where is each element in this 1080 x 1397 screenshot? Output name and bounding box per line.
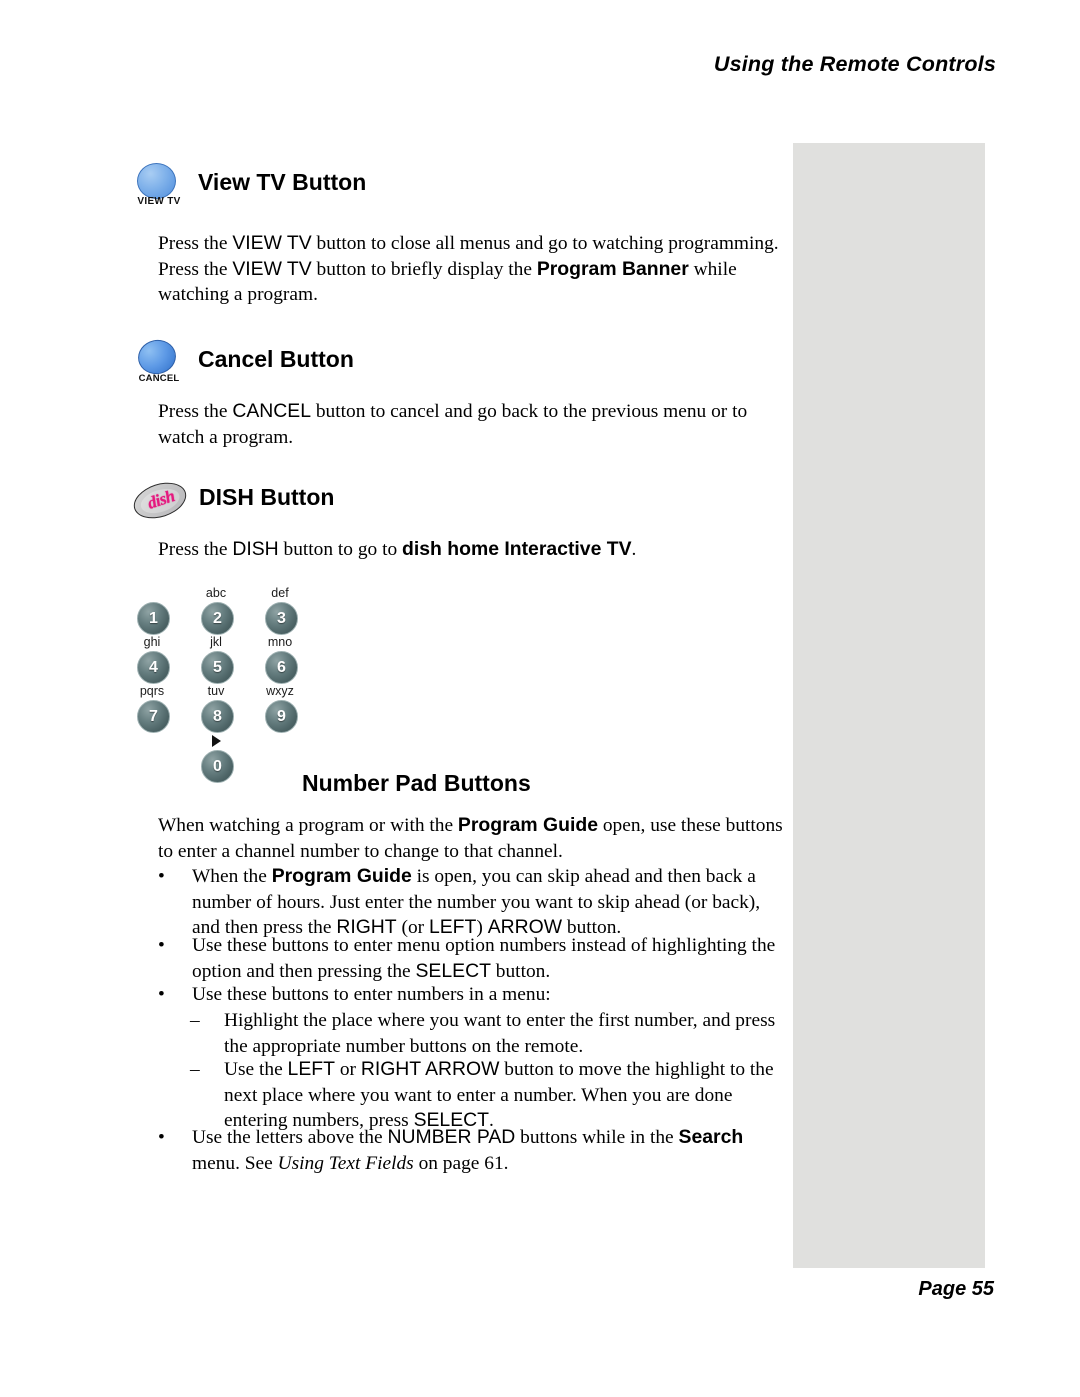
text-frag-sans: LEFT xyxy=(287,1058,335,1080)
paragraph-cancel: Press the CANCEL button to cancel and go… xyxy=(158,399,778,450)
text-frag: menu. See xyxy=(192,1152,278,1174)
list-item-text: Use these buttons to enter menu option n… xyxy=(192,933,783,984)
text-frag: Press the xyxy=(158,401,233,422)
keypad-key-2[interactable]: 2 xyxy=(201,602,234,635)
keypad-key-3[interactable]: 3 xyxy=(265,602,298,635)
text-frag: . xyxy=(631,539,637,560)
text-frag-bold: Program Guide xyxy=(457,814,598,836)
paragraph-view-tv: Press the VIEW TV button to close all me… xyxy=(158,231,786,308)
text-frag-bold: dish home Interactive TV xyxy=(402,538,632,560)
bullet-marker: • xyxy=(158,866,165,887)
paragraph-dish: Press the DISH button to go to dish home… xyxy=(158,537,798,563)
keypad-key-4[interactable]: 4 xyxy=(137,651,170,684)
list-item: • Use the letters above the NUMBER PAD b… xyxy=(158,1125,783,1176)
play-arrow-icon xyxy=(212,735,221,747)
sub-list-item: – Use the LEFT or RIGHT ARROW button to … xyxy=(190,1057,785,1134)
keypad-letters-2: abc xyxy=(205,586,227,600)
sub-list-item-text: Use the LEFT or RIGHT ARROW button to mo… xyxy=(224,1057,785,1134)
cancel-icon: CANCEL xyxy=(128,336,190,394)
keypad-key-6[interactable]: 6 xyxy=(265,651,298,684)
list-item: • Use these buttons to enter menu option… xyxy=(158,933,783,984)
text-frag: button to go to xyxy=(278,539,403,560)
sub-list-item: – Highlight the place where you want to … xyxy=(190,1008,785,1059)
manual-page: Using the Remote Controls VIEW TV View T… xyxy=(0,0,1080,1397)
text-frag: When the xyxy=(192,866,272,887)
paragraph-number-pad-intro: When watching a program or with the Prog… xyxy=(158,813,783,864)
text-frag-italic: Using Text Fields xyxy=(277,1152,414,1174)
view-tv-icon: VIEW TV xyxy=(128,163,190,217)
keypad-key-7[interactable]: 7 xyxy=(137,700,170,733)
keypad-letters-3: def xyxy=(271,586,289,600)
margin-note-block xyxy=(793,143,985,1268)
list-item: • Use these buttons to enter numbers in … xyxy=(158,982,783,1008)
content-column: VIEW TV View TV Button Press the VIEW TV… xyxy=(0,0,793,1397)
heading-view-tv-button: View TV Button xyxy=(198,169,367,195)
dish-icon: dish xyxy=(129,476,192,526)
view-tv-icon-caption: VIEW TV xyxy=(137,196,181,207)
text-frag-bold: Program Guide xyxy=(271,865,412,887)
text-frag: When watching a program or with the xyxy=(158,815,458,836)
cancel-icon-caption: CANCEL xyxy=(138,373,180,384)
dash-marker: – xyxy=(190,1059,200,1080)
text-frag: Press the xyxy=(158,539,233,560)
text-frag: buttons while in the xyxy=(515,1127,679,1148)
section-heading-number-pad: Number Pad Buttons xyxy=(302,772,531,795)
text-frag: Use the xyxy=(224,1059,288,1080)
keypad-key-1[interactable]: 1 xyxy=(137,602,170,635)
heading-dish-button: DISH Button xyxy=(199,484,335,510)
keypad-letters-7: pqrs xyxy=(139,684,165,698)
text-frag: button to briefly display the xyxy=(311,258,537,280)
text-frag-sans: SELECT xyxy=(415,959,491,982)
bullet-marker: • xyxy=(158,935,165,956)
list-item: • When the Program Guide is open, you ca… xyxy=(158,864,783,941)
keypad-letters-4: ghi xyxy=(143,635,161,649)
text-frag: Use the letters above the xyxy=(192,1127,388,1148)
list-item-text: Use the letters above the NUMBER PAD but… xyxy=(192,1125,783,1176)
keypad-key-9[interactable]: 9 xyxy=(265,700,298,733)
text-frag-sans: VIEW TV xyxy=(232,257,312,280)
text-frag-sans: RIGHT ARROW xyxy=(360,1058,500,1080)
heading-number-pad-buttons: Number Pad Buttons xyxy=(302,770,531,796)
keypad-letters-6: mno xyxy=(267,635,293,649)
number-pad-graphic: abc def 1 2 3 ghi jkl mno 4 5 6 pqrs tuv… xyxy=(130,586,325,791)
text-frag: or xyxy=(334,1059,361,1080)
text-frag-bold: Program Banner xyxy=(536,257,689,280)
list-item-text: Use these buttons to enter numbers in a … xyxy=(192,984,551,1005)
view-tv-icon-disc xyxy=(137,163,176,199)
bullet-marker: • xyxy=(158,1127,165,1148)
text-frag-sans: NUMBER PAD xyxy=(387,1126,516,1148)
text-frag: Press the xyxy=(158,233,233,254)
cancel-icon-disc xyxy=(134,336,180,378)
sub-list-item-text: Highlight the place where you want to en… xyxy=(224,1010,776,1057)
text-frag-sans: CANCEL xyxy=(232,400,311,422)
heading-cancel-button: Cancel Button xyxy=(198,346,354,372)
page-number: Page 55 xyxy=(918,1278,994,1300)
text-frag: on page 61. xyxy=(413,1152,509,1174)
section-heading-cancel: CANCEL Cancel Button xyxy=(128,336,354,394)
text-frag: button. xyxy=(490,960,551,982)
keypad-key-5[interactable]: 5 xyxy=(201,651,234,684)
section-heading-view-tv: VIEW TV View TV Button xyxy=(128,163,366,217)
keypad-key-0[interactable]: 0 xyxy=(201,750,234,783)
text-frag-sans: DISH xyxy=(232,538,279,560)
text-frag-bold: Search xyxy=(678,1126,744,1148)
bullet-marker: • xyxy=(158,984,165,1005)
list-item-text: When the Program Guide is open, you can … xyxy=(192,864,783,941)
keypad-letters-9: wxyz xyxy=(266,684,294,698)
keypad-letters-8: tuv xyxy=(207,684,225,698)
dash-marker: – xyxy=(190,1010,200,1031)
keypad-key-8[interactable]: 8 xyxy=(201,700,234,733)
section-heading-dish: dish DISH Button xyxy=(129,476,335,526)
keypad-letters-5: jkl xyxy=(210,635,222,649)
text-frag-sans: VIEW TV xyxy=(232,232,312,254)
